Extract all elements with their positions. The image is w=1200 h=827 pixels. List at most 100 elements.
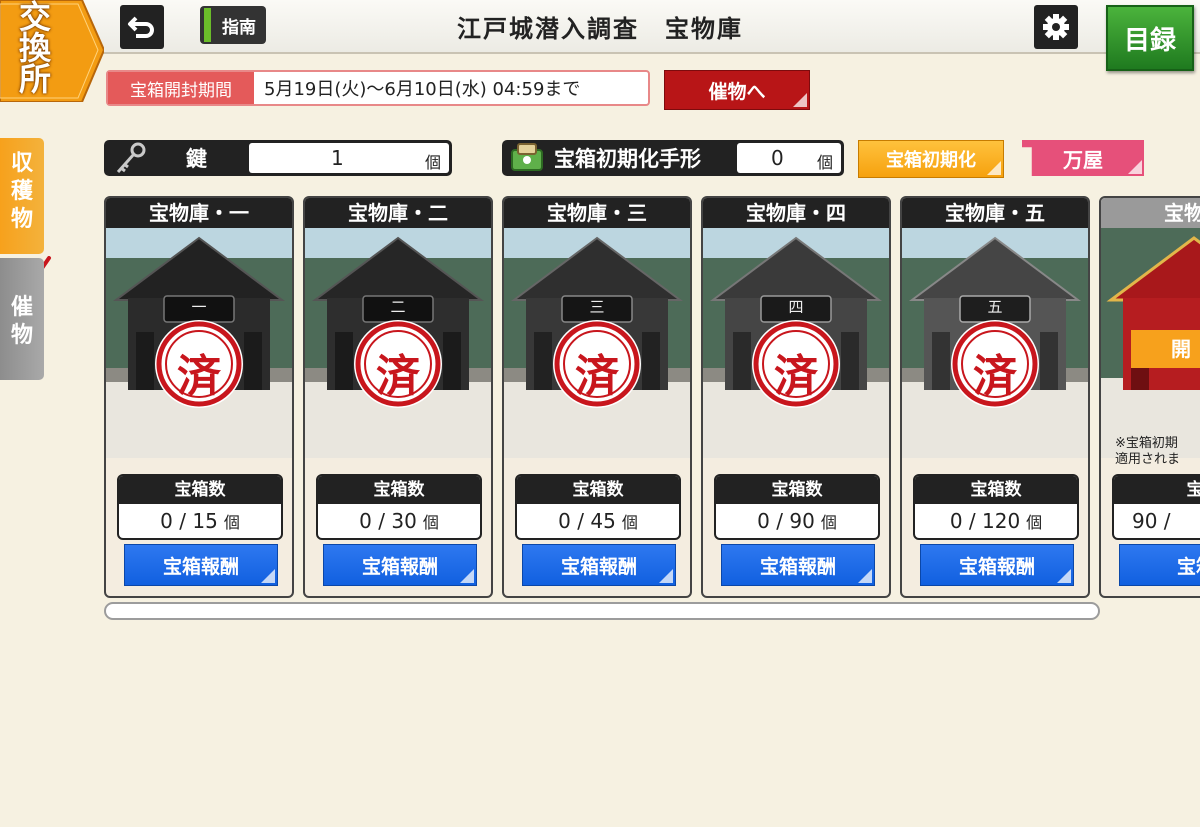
reset-ticket-unit: 個: [816, 153, 833, 172]
chest-count-box: 宝箱数 0 / 120 個: [913, 474, 1079, 540]
key-label: 鍵: [186, 147, 207, 171]
chest-count-value: 90 /: [1132, 509, 1171, 533]
storehouse-carousel[interactable]: 宝物庫・一 一 済 宝箱数 0 / 15 個 宝箱報酬 宝物庫・二 二 済 宝箱…: [104, 196, 1200, 600]
corner-fold-icon: [987, 161, 1001, 175]
gear-icon: [1043, 14, 1069, 40]
corner-fold-icon: [858, 569, 872, 583]
storehouse-title: 宝物庫・一: [106, 198, 292, 228]
catalog-button[interactable]: 目録: [1106, 5, 1194, 71]
chest-count-label: 宝箱数: [318, 476, 480, 504]
chest-count-label: 宝箱数: [915, 476, 1077, 504]
chest-count-box: 宝箱数 0 / 45 個: [515, 474, 681, 540]
chest-count-unit: 個: [1026, 513, 1043, 532]
chest-reward-button[interactable]: 宝箱報酬: [920, 544, 1074, 586]
open-period-value: 5月19日(火)～6月10日(水) 04:59まで: [264, 79, 581, 100]
storehouse-card-3[interactable]: 宝物庫・三 三 済 宝箱数 0 / 45 個 宝箱報酬: [502, 196, 692, 598]
reset-ticket-value-box: 0 個: [737, 143, 841, 173]
reset-ticket-counter: 宝箱初期化手形 0 個: [502, 140, 844, 176]
guide-bookmark-icon: [204, 8, 211, 42]
open-period-label: 宝箱開封期間: [108, 72, 254, 104]
side-tab-event[interactable]: 催物: [0, 258, 44, 380]
page-title: 江戸城潜入調査 宝物庫: [457, 15, 743, 43]
storehouse-plaque: 三: [589, 298, 605, 316]
shop-label: 万屋: [1063, 147, 1103, 172]
chest-count-unit: 個: [422, 513, 439, 532]
storehouse-plaque: 四: [788, 298, 804, 316]
chest-count-unit: 個: [223, 513, 240, 532]
exchange-tab[interactable]: 交換所: [0, 0, 104, 102]
storehouse-plaque: 一: [191, 298, 207, 316]
corner-fold-icon: [659, 569, 673, 583]
guide-button[interactable]: 指南: [200, 6, 266, 44]
corner-fold-icon: [1128, 160, 1142, 174]
chest-reward-button[interactable]: 宝箱: [1119, 544, 1200, 586]
go-to-event-button[interactable]: 催物へ: [664, 70, 810, 110]
go-to-event-label: 催物へ: [708, 80, 766, 103]
chest-count-box: 宝箱数 0 / 15 個: [117, 474, 283, 540]
side-tab-collect[interactable]: 収穫物: [0, 138, 44, 254]
chest-reward-label: 宝箱報酬: [958, 555, 1035, 578]
chest-reward-button[interactable]: 宝箱報酬: [721, 544, 875, 586]
open-period-bar: 宝箱開封期間 5月19日(火)～6月10日(水) 04:59まで: [106, 70, 650, 106]
storehouse-card-2[interactable]: 宝物庫・二 二 済 宝箱数 0 / 30 個 宝箱報酬: [303, 196, 493, 598]
storehouse-title: 宝物庫・四: [703, 198, 889, 228]
chest-reward-label: 宝箱報酬: [560, 555, 637, 578]
reset-note-line2: 適用されま: [1115, 452, 1181, 467]
cleared-stamp: 済: [973, 351, 1017, 402]
settings-button[interactable]: [1034, 5, 1078, 49]
chest-reward-label: 宝箱報酬: [361, 555, 438, 578]
reset-ticket-icon: [511, 143, 543, 171]
chest-reward-label: 宝箱報酬: [759, 555, 836, 578]
chest-reward-button[interactable]: 宝箱報酬: [124, 544, 278, 586]
chest-count-label: 宝箱数: [716, 476, 878, 504]
reset-note-line1: ※宝箱初期: [1115, 436, 1178, 451]
shop-button[interactable]: 万屋: [1022, 140, 1144, 176]
corner-fold-icon: [793, 93, 807, 107]
chest-count-value: 0 / 15: [160, 509, 218, 533]
cleared-stamp: 済: [177, 351, 221, 402]
key-value-box: 1 個: [249, 143, 449, 173]
reset-ticket-count: 0: [771, 146, 784, 170]
chest-count-unit: 個: [820, 513, 837, 532]
side-tab-collect-label: 収穫物: [10, 151, 33, 232]
chest-reward-label: 宝箱: [1176, 555, 1200, 578]
cleared-stamp: 済: [376, 351, 420, 402]
corner-fold-icon: [261, 569, 275, 583]
corner-fold-icon: [1057, 569, 1071, 583]
chest-count-unit: 個: [621, 513, 638, 532]
chest-count-value: 0 / 120: [949, 509, 1021, 533]
open-label: 開: [1131, 330, 1200, 368]
key-counter: 鍵 1 個: [104, 140, 452, 176]
cleared-stamp: 済: [575, 351, 619, 402]
storehouse-card-5[interactable]: 宝物庫・五 五 済 宝箱数 0 / 120 個 宝箱報酬: [900, 196, 1090, 598]
storehouse-title: 宝物庫・二: [305, 198, 491, 228]
key-unit: 個: [424, 153, 441, 172]
carousel-scrollbar[interactable]: [104, 602, 1100, 620]
chest-reward-label: 宝箱報酬: [162, 555, 239, 578]
chest-count-box: 宝箱数 0 / 30 個: [316, 474, 482, 540]
chest-count-box: 宝箱数 0 / 90 個: [714, 474, 880, 540]
storehouse-title: 宝物庫・三: [504, 198, 690, 228]
reset-chests-button[interactable]: 宝箱初期化: [858, 140, 1004, 178]
storehouse-title: 宝物庫: [1101, 198, 1200, 228]
storehouse-title: 宝物庫・五: [902, 198, 1088, 228]
back-button[interactable]: [120, 5, 164, 49]
key-count: 1: [331, 146, 344, 170]
exchange-tab-label: 交換所: [18, 0, 51, 98]
chest-count-value: 0 / 90: [757, 509, 815, 533]
storehouse-card-4[interactable]: 宝物庫・四 四 済 宝箱数 0 / 90 個 宝箱報酬: [701, 196, 891, 598]
reset-ticket-label: 宝箱初期化手形: [554, 147, 701, 171]
chest-count-label: 宝箱数: [517, 476, 679, 504]
reset-chests-label: 宝箱初期化: [886, 150, 976, 171]
storehouse-plaque: 五: [987, 298, 1003, 316]
storehouse-card-1[interactable]: 宝物庫・一 一 済 宝箱数 0 / 15 個 宝箱報酬: [104, 196, 294, 598]
chest-reward-button[interactable]: 宝箱報酬: [522, 544, 676, 586]
storehouse-card-6[interactable]: 宝物庫 開 ※宝箱初期 適用されま 宝 90 / 宝箱: [1099, 196, 1200, 598]
guide-label: 指南: [222, 17, 256, 38]
side-tab-event-label: 催物: [10, 295, 33, 348]
chest-reward-button[interactable]: 宝箱報酬: [323, 544, 477, 586]
chest-count-value: 0 / 30: [359, 509, 417, 533]
back-arrow-icon: [128, 16, 154, 38]
chest-count-box: 宝 90 /: [1112, 474, 1200, 540]
corner-fold-icon: [460, 569, 474, 583]
